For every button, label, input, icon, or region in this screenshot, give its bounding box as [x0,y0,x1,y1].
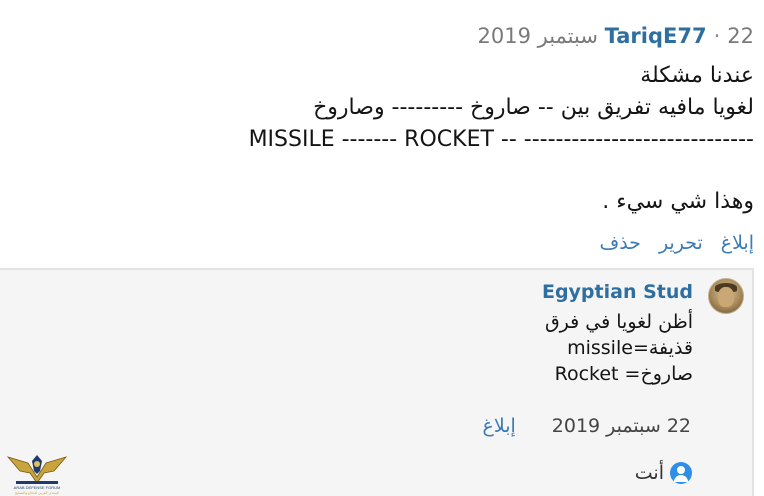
reply-author-link[interactable]: Egyptian Stud [542,281,693,303]
reply-body: أظن لغويا في فرق قذيفة=missile صاروخ= Ro… [545,309,693,387]
composer-label: أنت [634,462,664,484]
post-author-link[interactable]: TariqE77 [605,24,707,48]
post-line: عندنا مشكلة [640,63,754,88]
logo-text-ar: المنتدى العربي للدفاع والتسليح [15,490,60,495]
edit-link[interactable]: تحرير [659,229,703,257]
post-header: TariqE77·22 سبتمبر 2019 [477,22,754,50]
header-separator: · [713,24,721,48]
post-actions: إبلاغ تحرير حذف [600,229,754,257]
arab-defense-forum-logo: ARAB DEFENSE FORUM المنتدى العربي للدفاع… [6,455,68,495]
reply-author-avatar[interactable] [708,278,744,314]
post-body: عندنا مشكلة لغويا مافيه تفريق بين -- صار… [14,60,754,218]
reply-line: أظن لغويا في فرق [544,311,693,333]
composer-trigger[interactable]: أنت [635,462,692,484]
report-link[interactable]: إبلاغ [721,229,754,257]
reply-line: صاروخ= Rocket [554,363,693,385]
post-line: MISSILE ------- ROCKET -- --------------… [248,127,754,152]
post-line: وهذا شي سيء . [602,189,754,214]
logo-text-en: ARAB DEFENSE FORUM [14,485,61,490]
comment-thread: TariqE77·22 سبتمبر 2019 عندنا مشكلة لغوي… [0,0,764,496]
reply-date[interactable]: 22 سبتمبر 2019 [552,412,691,440]
reply-meta: 22 سبتمبر 2019 إبلاغ [483,412,691,440]
reply-line: قذيفة=missile [567,337,693,359]
user-avatar-icon [670,462,692,484]
avatar-face [718,287,734,307]
post-line: لغويا مافيه تفريق بين -- صاروخ ---------… [313,95,754,120]
post-line-blank [14,156,754,186]
reply-report-link[interactable]: إبلاغ [483,412,516,440]
delete-link[interactable]: حذف [600,229,641,257]
